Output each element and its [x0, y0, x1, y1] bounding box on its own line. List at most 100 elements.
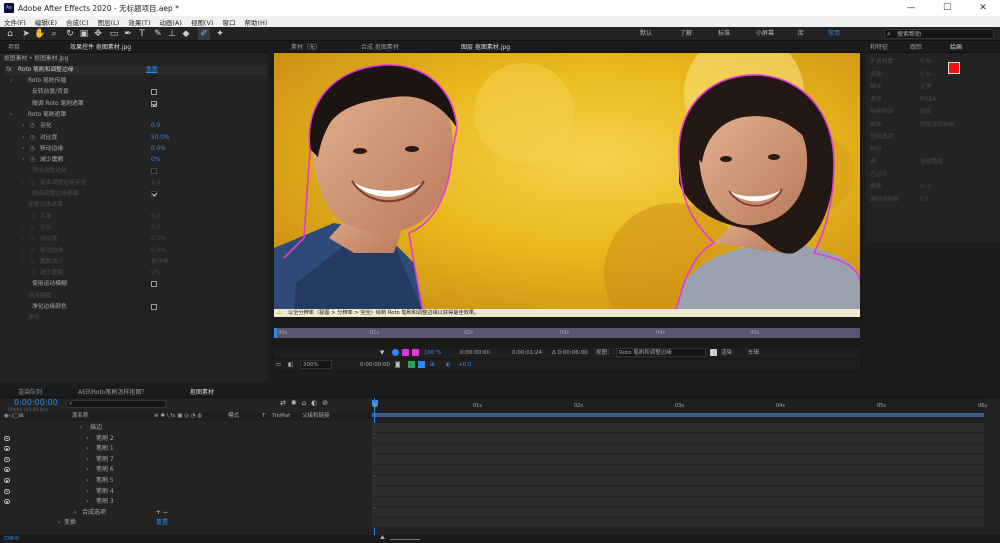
layer-track[interactable]: [372, 497, 984, 508]
camera-tool-icon[interactable]: ▣: [78, 28, 90, 40]
layer-row[interactable]: › 笔刷 5: [0, 476, 370, 486]
visibility-eye-icon[interactable]: [4, 467, 10, 473]
effect-property-row[interactable]: › 净化: [6, 314, 266, 323]
add-remove-icon[interactable]: + −: [156, 508, 168, 518]
menu-layer[interactable]: 图层(L): [98, 17, 120, 27]
col-source-name[interactable]: 源名称: [72, 412, 89, 421]
stopwatch-icon[interactable]: ◷: [30, 122, 35, 131]
tab-effect-controls[interactable]: 效果控件 抠图素材.jpg: [66, 42, 135, 53]
disclosure-triangle-icon[interactable]: ›: [22, 247, 24, 256]
layer-track[interactable]: [372, 444, 984, 455]
effect-property-row[interactable]: › ◷ 移动边缘 0.0%: [6, 145, 266, 154]
property-value[interactable]: 0.0%: [151, 145, 166, 154]
timeline-switches-icons[interactable]: ⇄✺⌂◐⊘: [280, 399, 333, 407]
rectangle-tool-icon[interactable]: ▭: [108, 28, 120, 40]
tab-composition[interactable]: 合成 抠图素材: [357, 42, 403, 53]
effect-property-row[interactable]: › 运动模糊: [6, 292, 266, 301]
clone-stamp-tool-icon[interactable]: ⊥: [166, 28, 178, 40]
puppet-tool-icon[interactable]: ✦: [214, 28, 226, 40]
disclosure-triangle-icon[interactable]: ›: [86, 434, 88, 444]
disclosure-triangle-icon[interactable]: ›: [86, 444, 88, 454]
zoom-out-icon[interactable]: ⛰: [380, 534, 385, 542]
viewer-playhead[interactable]: [274, 328, 277, 338]
layer-row[interactable]: › 笔刷 3: [0, 497, 370, 507]
stopwatch-icon[interactable]: ◷: [30, 269, 35, 278]
timeline-ruler[interactable]: [372, 398, 984, 421]
property-checkbox[interactable]: [151, 191, 157, 197]
render-checkbox[interactable]: [710, 349, 717, 356]
stopwatch-icon[interactable]: ◷: [30, 156, 35, 165]
effect-property-row[interactable]: › ◷ 对比度 0.0%: [6, 235, 266, 244]
effect-property-row[interactable]: › ◷ 减少震颤 0%: [6, 269, 266, 278]
layer-track[interactable]: [372, 476, 984, 486]
roto-brush-tool-icon[interactable]: ✐: [198, 28, 210, 40]
layer-row[interactable]: › 合成选项 + −: [0, 508, 370, 518]
stopwatch-icon[interactable]: ◷: [30, 134, 35, 143]
timeline-timecode[interactable]: 0:00:00:00: [14, 398, 58, 407]
effect-property-row[interactable]: › ◷ 移动边缘 0.0%: [6, 247, 266, 256]
col-parent[interactable]: 父级和链接: [302, 412, 330, 421]
effect-property-row[interactable]: › ◷ 平滑 0.0: [6, 213, 266, 222]
text-tool-icon[interactable]: T: [136, 28, 148, 40]
toggle-label[interactable]: 车辑: [748, 348, 759, 358]
region-of-interest-icon[interactable]: ⊞: [430, 360, 435, 370]
stopwatch-icon[interactable]: ◷: [30, 224, 35, 233]
tab-characters[interactable]: 和特征: [866, 42, 892, 53]
visibility-eye-icon[interactable]: [4, 478, 10, 483]
property-value[interactable]: 0%: [151, 156, 160, 165]
search-help-input[interactable]: ⌕ 搜索帮助: [884, 29, 994, 39]
stopwatch-icon[interactable]: ◷: [30, 247, 35, 256]
pan-behind-tool-icon[interactable]: ✥: [92, 28, 104, 40]
effect-property-row[interactable]: › ◷ 基本调整边缘半径 3.0: [6, 179, 266, 188]
zoom-slider[interactable]: [390, 539, 420, 540]
disclosure-triangle-icon[interactable]: ›: [22, 258, 24, 267]
disclosure-triangle-icon[interactable]: ›: [86, 497, 88, 507]
disclosure-triangle-icon[interactable]: ›: [10, 201, 12, 210]
effect-property-row[interactable]: › ◷ 羽化 0.0: [6, 122, 266, 131]
col-mode[interactable]: 模式: [228, 412, 239, 421]
stopwatch-icon[interactable]: ◷: [30, 258, 35, 267]
layer-track[interactable]: [372, 454, 984, 465]
visibility-eye-icon[interactable]: [4, 488, 10, 494]
menu-animation[interactable]: 动画(A): [159, 17, 182, 27]
visibility-eye-icon[interactable]: [4, 446, 10, 452]
time-start[interactable]: 0:00:00:00: [460, 348, 490, 358]
effect-property-row[interactable]: 微调调整边缘遮罩: [6, 190, 266, 199]
tab-comp-keying-footage[interactable]: 抠图素材: [186, 387, 218, 398]
workspace-learn[interactable]: 了解: [680, 29, 692, 39]
workspace-small-screen[interactable]: 小屏幕: [756, 29, 774, 39]
disclosure-triangle-icon[interactable]: ›: [86, 455, 88, 465]
effect-header-row[interactable]: fx Roto 笔刷和调整边缘 重置: [4, 66, 266, 75]
layer-row[interactable]: › 笔刷 1: [0, 444, 370, 454]
zoom-percent[interactable]: 100 %: [424, 348, 441, 358]
zoom-tool-icon[interactable]: ⌕: [48, 28, 60, 40]
layer-track[interactable]: [372, 507, 984, 518]
minimize-button[interactable]: —: [898, 0, 924, 16]
viewer-canvas[interactable]: ⚠ 以全分辨率（视图 > 分辨率 > 完全）绘制 Roto 笔刷和调整边缘以获得…: [274, 53, 860, 317]
rotate-tool-icon[interactable]: ↻: [64, 28, 76, 40]
menu-window[interactable]: 窗口: [222, 17, 235, 27]
disclosure-triangle-icon[interactable]: ›: [22, 156, 24, 165]
work-area-bar[interactable]: [372, 413, 984, 417]
stopwatch-icon[interactable]: ◷: [30, 213, 35, 222]
disclosure-triangle-icon[interactable]: ›: [10, 292, 12, 301]
layer-track[interactable]: [372, 423, 984, 433]
disclosure-triangle-icon[interactable]: ›: [58, 518, 60, 528]
menu-effect[interactable]: 效果(T): [128, 17, 150, 27]
hand-tool-icon[interactable]: ✋: [34, 28, 46, 40]
disclosure-triangle-icon[interactable]: ›: [10, 111, 12, 120]
disclosure-triangle-icon[interactable]: ›: [22, 122, 24, 131]
tab-paint[interactable]: 绘画: [946, 42, 966, 53]
menu-edit[interactable]: 编辑(E): [35, 17, 57, 27]
effect-property-row[interactable]: 反转前景/背景: [6, 88, 266, 97]
layer-track[interactable]: [372, 518, 984, 529]
transform-reset-link[interactable]: 重置: [156, 518, 168, 528]
visibility-eye-icon[interactable]: [4, 499, 10, 505]
effect-property-row[interactable]: 添加调整边缘: [6, 167, 266, 176]
effect-property-row[interactable]: › ◷ 震颤减少 更详细: [6, 258, 266, 267]
property-value[interactable]: 50.0%: [151, 134, 169, 143]
effect-property-row[interactable]: 使用运动模糊: [6, 280, 266, 289]
disclosure-triangle-icon[interactable]: ›: [22, 213, 24, 222]
eraser-tool-icon[interactable]: ◆: [180, 28, 192, 40]
stopwatch-icon[interactable]: ◷: [30, 145, 35, 154]
